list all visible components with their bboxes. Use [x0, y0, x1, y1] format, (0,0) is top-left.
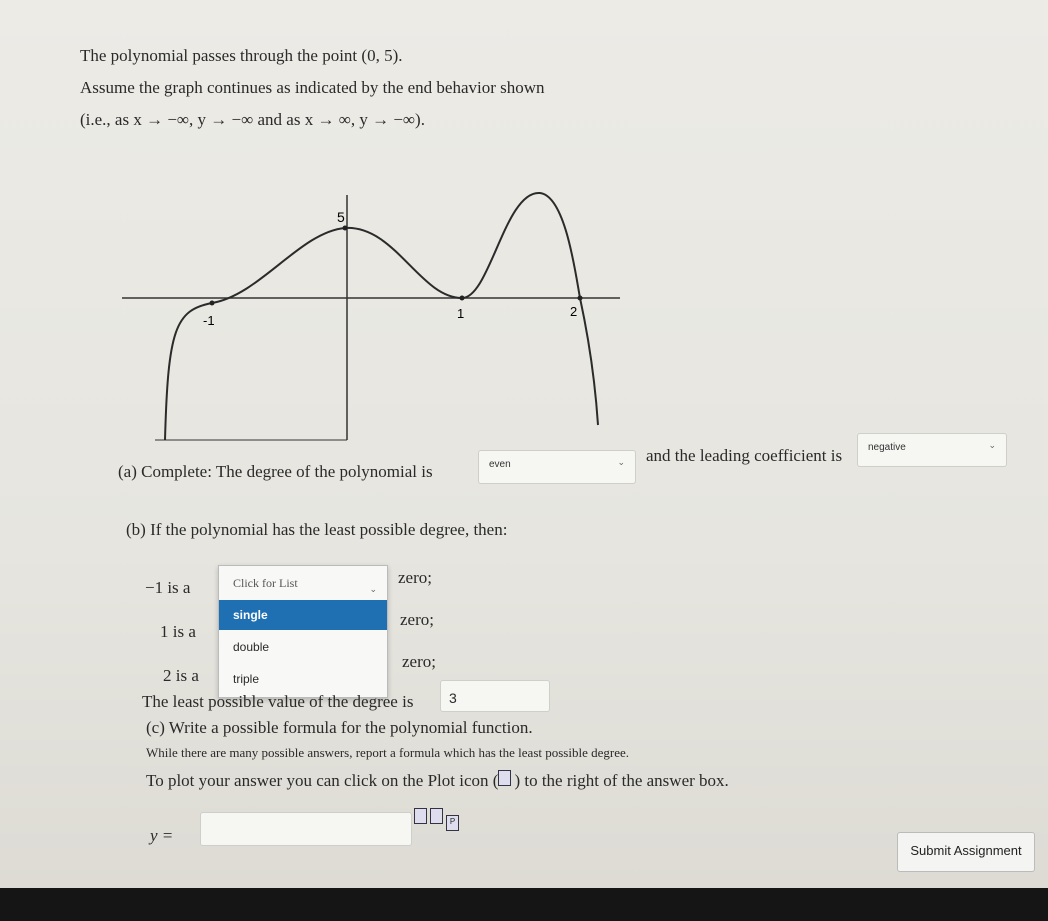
- point-1: [459, 295, 465, 301]
- coefficient-select[interactable]: negative ⌄: [857, 433, 1007, 467]
- plot-icon[interactable]: P: [446, 815, 459, 831]
- degree-select-value: even: [489, 459, 511, 470]
- zero-suffix: zero;: [398, 568, 432, 587]
- part-b-heading: (b) If the polynomial has the least poss…: [126, 520, 508, 539]
- symbols-icon[interactable]: [430, 808, 443, 824]
- dropdown-placeholder[interactable]: Click for List ⌄: [219, 568, 387, 598]
- zero-type-dropdown[interactable]: Click for List ⌄ single double triple: [218, 565, 388, 698]
- least-degree-label: The least possible value of the degree i…: [142, 692, 414, 711]
- y-equals-label: y =: [150, 826, 174, 845]
- least-degree-input[interactable]: 3: [440, 680, 550, 712]
- zero-label: −1 is a: [145, 578, 191, 597]
- x-tick-label: 2: [570, 304, 577, 319]
- point-y-intercept: [342, 225, 348, 231]
- point-neg1: [209, 300, 215, 306]
- zero-label: 2 is a: [163, 666, 199, 685]
- plot-icon: [498, 770, 512, 786]
- option-single[interactable]: single: [219, 600, 387, 630]
- part-a-middle: and the leading coefficient is: [646, 446, 843, 465]
- option-double[interactable]: double: [219, 632, 387, 662]
- point-2: [577, 295, 583, 301]
- submit-assignment-button[interactable]: Submit Assignment: [897, 832, 1035, 872]
- preview-icon[interactable]: [414, 808, 427, 824]
- part-a-prefix: (a) Complete: The degree of the polynomi…: [118, 462, 433, 481]
- polynomial-graph: -1 1 2 5: [122, 191, 620, 441]
- part-c-heading: (c) Write a possible formula for the pol…: [146, 718, 533, 737]
- x-tick-label: -1: [203, 313, 215, 328]
- y-tick-label: 5: [337, 209, 345, 225]
- x-tick-label: 1: [457, 306, 464, 321]
- coefficient-select-value: negative: [868, 442, 906, 453]
- zero-label: 1 is a: [160, 622, 196, 641]
- taskbar: [0, 888, 1048, 921]
- zero-suffix: zero;: [402, 652, 436, 671]
- zero-suffix: zero;: [400, 610, 434, 629]
- degree-select[interactable]: even ⌄: [478, 450, 636, 484]
- answer-tools: P: [414, 808, 462, 831]
- chevron-down-icon: ⌄: [988, 440, 996, 450]
- chevron-down-icon: ⌄: [617, 457, 625, 467]
- formula-input[interactable]: [200, 812, 412, 846]
- option-triple[interactable]: triple: [219, 664, 387, 694]
- polynomial-curve: [164, 191, 599, 441]
- plot-hint: To plot your answer you can click on the…: [146, 770, 729, 790]
- part-c-note: While there are many possible answers, r…: [146, 745, 629, 760]
